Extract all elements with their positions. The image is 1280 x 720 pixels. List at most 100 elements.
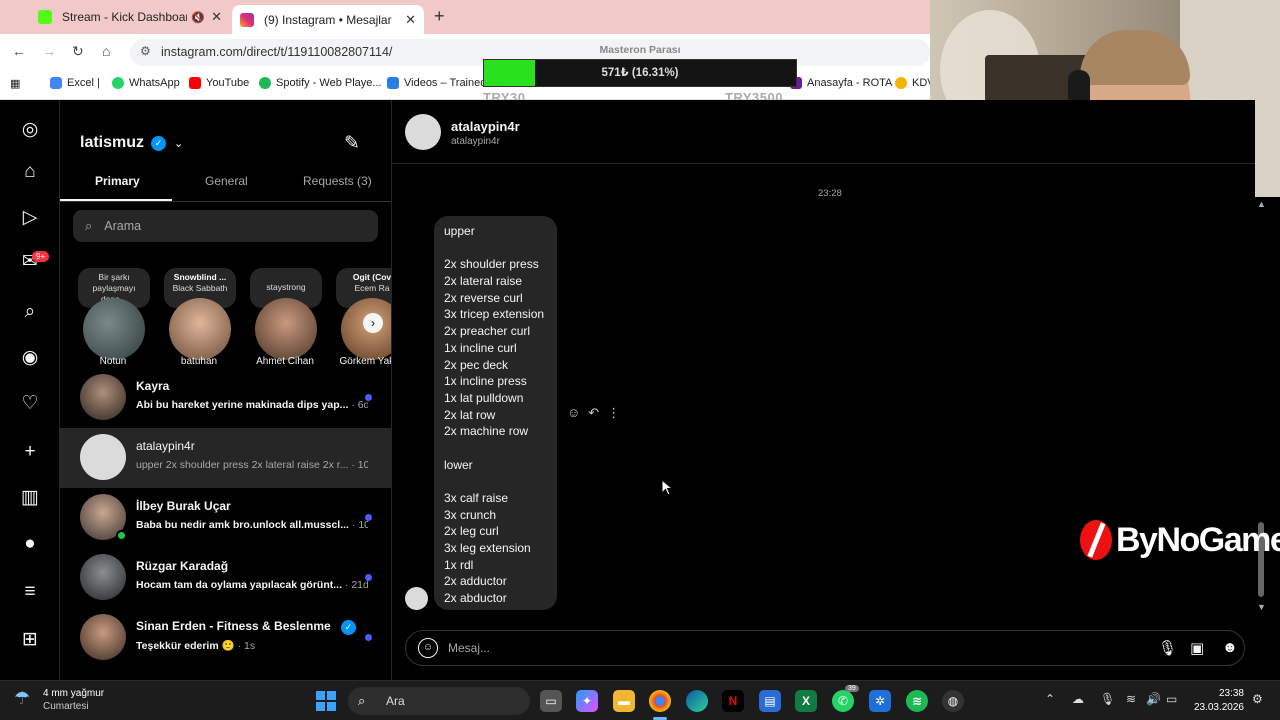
home-icon[interactable]: ⌂ [18,160,42,184]
thread-item[interactable]: Rüzgar Karadağ Hocam tam da oylama yapıl… [60,548,391,608]
site-info-icon[interactable]: ⚙ [140,44,151,58]
create-icon[interactable]: + [18,440,42,464]
also-from-meta-icon[interactable]: ⊞ [18,628,42,652]
netflix-icon[interactable]: N [722,690,744,712]
file-explorer-icon[interactable]: ▬ [613,690,635,712]
conversation-name[interactable]: atalaypin4r [451,119,520,134]
notifications-heart-icon[interactable]: ♡ [18,392,42,416]
thread-item-active[interactable]: atalaypin4r upper 2x shoulder press 2x l… [60,428,391,488]
note-name: Notun [99,356,127,367]
speaker-muted-icon[interactable]: 🔇 [191,11,205,24]
thread-item[interactable]: Kayra Abi bu hareket yerine makinada dip… [60,368,391,428]
reply-icon[interactable]: ↶ [588,405,599,421]
clock-date[interactable]: 23.03.2026 [1184,702,1244,713]
active-tab-indicator [60,199,172,201]
bookmark-whatsapp[interactable]: WhatsApp [112,77,180,89]
edge-icon[interactable] [686,690,708,712]
search-input[interactable]: ⌕ Arama [73,210,378,242]
thread-preview: Teşekkür ederim 🙂 · 1s [136,640,256,652]
dashboard-icon[interactable]: ▥ [18,486,42,510]
message-line: 2x abductor [444,591,507,606]
store-icon[interactable]: ▤ [759,690,781,712]
message-composer[interactable]: ☺ Mesaj... 🎙 ▣ ☻ [405,630,1245,666]
microphone-icon[interactable]: 🎙 [1158,639,1177,657]
sticker-icon[interactable]: ☻ [1222,639,1238,656]
account-switcher[interactable]: latismuz ✓ ⌄ [80,134,183,152]
message-line: 2x adductor [444,574,507,589]
microphone-icon[interactable]: 🎙 [1100,692,1115,706]
message-line: 2x leg curl [444,524,499,539]
search-icon: ⌕ [358,693,366,708]
whatsapp-icon[interactable]: ✆ [832,690,854,712]
tab-kick-dashboard[interactable]: Stream - Kick Dashboard 🔇 ✕ [30,4,230,30]
bookmark-excel[interactable]: Excel | [50,77,100,89]
battery-icon[interactable]: ▭ [1166,692,1177,706]
notification-center-icon[interactable]: ⚙ [1252,692,1263,706]
thread-item[interactable]: İlbey Burak Uçar Baba bu nedir amk bro.u… [60,488,391,548]
new-tab-icon[interactable]: + [434,6,445,27]
explore-icon[interactable]: ◉ [18,346,42,370]
thread-preview: Hocam tam da oylama yapılacak görünt... … [136,579,368,591]
note-name: batuhan [180,356,218,367]
scroll-down-icon[interactable]: ▼ [1257,602,1266,612]
task-view-icon[interactable]: ▭ [540,690,562,712]
message-bubble[interactable]: upper 2x shoulder press 2x lateral raise 2… [434,216,557,610]
rain-weather-icon[interactable]: ☂ [14,688,30,709]
unread-dot [365,394,372,401]
forward-icon[interactable]: → [42,43,56,59]
excel-icon[interactable]: X [795,690,817,712]
tab-primary[interactable]: Primary [95,174,140,188]
instagram-logo-icon[interactable]: ◎ [18,118,42,142]
onedrive-cloud-icon[interactable]: ☁ [1072,692,1084,706]
image-icon[interactable]: ▣ [1190,639,1204,657]
close-tab-icon[interactable]: ✕ [405,12,416,28]
back-icon[interactable]: ← [12,43,26,59]
message-actions: ☺ ↶ ⋮ [567,405,620,421]
new-message-icon[interactable]: ✎ [344,132,360,155]
thread-name: Kayra [136,379,170,393]
message-input[interactable]: Mesaj... [448,641,490,655]
thread-item[interactable]: Sinan Erden - Fitness & Beslenme ✓ Teşek… [60,608,391,668]
url-text: instagram.com/direct/t/119110082807114/ [161,45,393,59]
spotify-icon[interactable]: ≋ [906,690,928,712]
react-emoji-icon[interactable]: ☺ [567,405,580,421]
scroll-up-icon[interactable]: ▲ [1257,199,1266,209]
more-menu-icon[interactable]: ≡ [18,580,42,604]
clock-time[interactable]: 23:38 [1194,688,1244,699]
taskbar-search[interactable]: ⌕ Ara [348,687,530,715]
obs-icon[interactable]: ◍ [942,690,964,712]
page-scrollbar[interactable]: ▲ ▼ [1255,197,1280,680]
show-hidden-icons-icon[interactable]: ⌃ [1045,692,1055,706]
volume-icon[interactable]: 🔊 [1146,692,1161,706]
note-name: Görkem Yakut [339,356,392,367]
tab-requests[interactable]: Requests (3) [303,174,372,188]
emoji-icon[interactable]: ☺ [418,638,438,658]
settings-gear-icon[interactable]: ✲ [869,690,891,712]
profile-avatar-icon[interactable]: ● [18,532,42,556]
message-line: 3x leg extension [444,541,531,556]
chevron-right-icon[interactable]: › [363,313,383,333]
bookmark-videos[interactable]: Videos – Trained b [387,77,496,89]
start-menu-icon[interactable] [316,691,336,711]
message-line: 2x shoulder press [444,257,539,272]
chrome-icon[interactable] [649,690,671,712]
reload-icon[interactable]: ↻ [72,43,84,60]
apps-icon[interactable]: ▦ [10,77,20,90]
wifi-icon[interactable]: ≋ [1126,692,1136,706]
more-options-icon[interactable]: ⋮ [607,405,620,421]
bookmark-spotify[interactable]: Spotify - Web Playe... [259,77,382,89]
close-tab-icon[interactable]: ✕ [211,9,222,25]
reels-icon[interactable]: ▷ [18,206,42,230]
copilot-icon[interactable]: ✦ [576,690,598,712]
bookmark-kdv[interactable]: KDV [895,77,935,89]
bookmark-rota[interactable]: Anasayfa - ROTA [790,77,892,89]
tab-general[interactable]: General [205,174,248,188]
screen: Stream - Kick Dashboard 🔇 ✕ (9) Instagra… [0,0,1280,720]
search-icon[interactable]: ⌕ [18,300,42,324]
avatar[interactable] [405,114,441,150]
home-icon[interactable]: ⌂ [102,43,110,59]
bookmark-youtube[interactable]: YouTube [189,77,249,89]
conversation-panel: atalaypin4r atalaypin4r 23:28 upper 2x s… [392,100,1255,680]
tab-instagram[interactable]: (9) Instagram • Mesajlar ✕ [232,5,424,34]
thread-name: Rüzgar Karadağ [136,559,229,573]
